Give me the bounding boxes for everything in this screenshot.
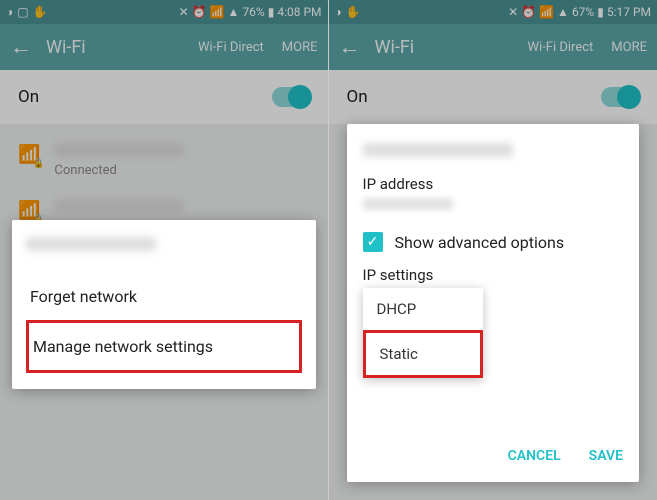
dropdown-item-dhcp[interactable]: DHCP bbox=[363, 288, 483, 330]
show-advanced-label: Show advanced options bbox=[395, 233, 565, 252]
ip-settings-label: IP settings bbox=[363, 266, 624, 284]
dialog-network-name-blurred bbox=[363, 143, 513, 157]
ip-address-value-blurred bbox=[363, 198, 453, 210]
dialog-network-name-blurred bbox=[26, 237, 156, 251]
cancel-button[interactable]: CANCEL bbox=[508, 448, 561, 464]
checkbox-icon[interactable]: ✓ bbox=[363, 232, 383, 252]
manage-network-settings-item[interactable]: Manage network settings bbox=[26, 320, 302, 373]
show-advanced-row[interactable]: ✓ Show advanced options bbox=[363, 232, 624, 252]
forget-network-item[interactable]: Forget network bbox=[26, 273, 302, 320]
ip-settings-dropdown: DHCP Static bbox=[363, 288, 483, 378]
network-options-dialog: Forget network Manage network settings bbox=[12, 220, 316, 389]
network-settings-dialog: IP address ✓ Show advanced options IP se… bbox=[347, 124, 640, 482]
ip-address-label: IP address bbox=[363, 175, 624, 193]
dropdown-item-static[interactable]: Static bbox=[363, 330, 483, 378]
save-button[interactable]: SAVE bbox=[589, 448, 623, 464]
screen-right: ◑ ✋ ✕ ⏰ 📶 ▲ 67% ▮ 5:17 PM ← Wi-Fi Wi-Fi … bbox=[329, 0, 657, 500]
screen-left: ◑ ▢ ✋ ✕ ⏰ 📶 ▲ 76% ▮ 4:08 PM ← Wi-Fi Wi-F… bbox=[0, 0, 329, 500]
